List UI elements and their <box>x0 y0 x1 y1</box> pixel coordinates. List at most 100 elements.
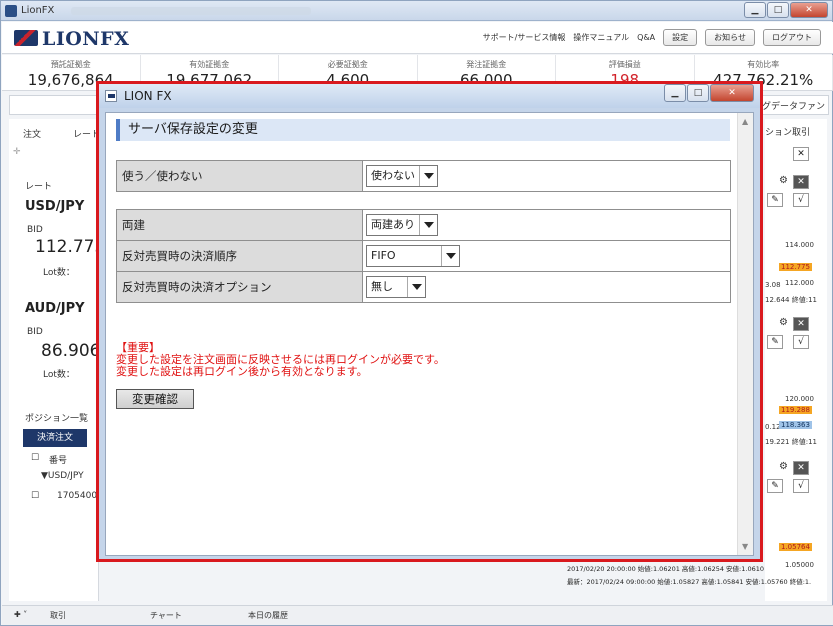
use-select-value: 使わない <box>371 169 415 182</box>
left-pane: 注文 レート ✛ レート USD/JPY BID 112.775 Lot数： A… <box>9 119 105 601</box>
settle-order-select-value: FIFO <box>371 249 396 262</box>
col-number: 番号 <box>49 456 68 466</box>
hedge-cell: 両建あり <box>362 209 731 241</box>
add-icon[interactable]: ✛ <box>13 147 21 157</box>
row-checkbox[interactable]: ☐ <box>31 491 39 501</box>
app-icon <box>5 5 17 17</box>
bid-rate-usdjpy[interactable]: 112.775 <box>35 237 105 257</box>
dialog-close-button[interactable]: ✕ <box>710 84 754 102</box>
gear-icon[interactable]: ⚙ <box>779 317 788 328</box>
scroll-up-icon[interactable]: ▲ <box>742 117 748 126</box>
important-notice: 【重要】 変更した設定を注文画面に反映させるには再ログインが必要です。 変更した… <box>116 342 445 378</box>
chevron-down-icon <box>419 166 437 186</box>
add-tab-icon[interactable]: ✚ ˅ <box>14 610 27 619</box>
lot-label: Lot数： <box>43 370 75 380</box>
close-icon[interactable]: ✕ <box>793 175 809 189</box>
server-settings-dialog: LION FX ▁ □ ✕ サーバ保存設定の変更 使う／使わない 使わない 両建… <box>96 81 763 562</box>
rate-label: レート <box>25 182 53 192</box>
dialog-maximize-button[interactable]: □ <box>687 84 709 102</box>
qa-link[interactable]: Q&A <box>637 33 655 42</box>
dialog-scrollbar[interactable]: ▲ ▼ <box>737 113 753 555</box>
tab-trade[interactable]: 取引 <box>50 610 66 621</box>
current-price-tag: 112.775 <box>779 263 812 271</box>
settle-order-label: 反対売買時の決済順序 <box>116 240 363 272</box>
pen-icon[interactable]: ✎ <box>767 479 783 493</box>
table-row: 使う／使わない 使わない <box>116 160 731 192</box>
lion-logo-icon <box>14 30 38 46</box>
confirm-change-button[interactable]: 変更確認 <box>116 389 194 409</box>
positions-title: ポジション一覧 <box>25 414 89 424</box>
pen-icon[interactable]: ✎ <box>767 193 783 207</box>
logo: LIONFX <box>14 28 129 50</box>
current-price-tag: 1.05764 <box>779 543 812 551</box>
chevron-down-icon <box>419 215 437 235</box>
dialog-body: サーバ保存設定の変更 使う／使わない 使わない 両建 両建あり 反対売買時の決済… <box>105 112 754 556</box>
settle-option-label: 反対売買時の決済オプション <box>116 271 363 303</box>
notice-line-2: 変更した設定は再ログイン後から有効となります。 <box>116 365 368 378</box>
log-line: 最新：2017/02/24 09:00:00 始値:1.05827 高値:1.0… <box>567 578 811 586</box>
tab-chart[interactable]: チャート <box>150 610 182 621</box>
formula-icon[interactable]: √ <box>793 479 809 493</box>
group-usdjpy[interactable]: ▼USD/JPY <box>41 471 84 481</box>
titlebar-tabs <box>71 7 311 15</box>
log-line: 2017/02/20 20:00:00 始値:1.06201 高値:1.0625… <box>567 565 764 573</box>
price-tag: 118.363 <box>779 421 812 429</box>
stat-label: 有効比率 <box>747 60 780 69</box>
close-icon[interactable]: ✕ <box>793 461 809 475</box>
ohlc-line: 12.644 終値:11 <box>765 296 817 304</box>
gear-icon[interactable]: ⚙ <box>779 461 788 472</box>
stat-label: 有効証拠金 <box>189 60 230 69</box>
use-cell: 使わない <box>362 160 731 192</box>
settle-order-select[interactable]: FIFO <box>366 245 460 267</box>
support-link[interactable]: サポート/サービス情報 <box>483 32 566 43</box>
checkbox[interactable]: ☐ <box>31 453 39 463</box>
tab-history[interactable]: 本日の履歴 <box>248 610 288 621</box>
dialog-titlebar: LION FX ▁ □ ✕ <box>99 84 760 108</box>
chevron-down-icon <box>407 277 425 297</box>
hedge-select-value: 両建あり <box>371 218 415 231</box>
logout-button[interactable]: ログアウト <box>763 29 821 46</box>
table-row: 反対売買時の決済オプション 無し <box>116 271 731 303</box>
close-button[interactable]: ✕ <box>790 2 828 18</box>
bottom-bar: ✚ ˅ 取引 チャート 本日の履歴 <box>2 605 833 625</box>
use-settings-table: 使う／使わない 使わない <box>116 160 731 192</box>
close-icon[interactable]: ✕ <box>793 147 809 161</box>
gear-icon[interactable]: ⚙ <box>779 175 788 186</box>
settle-option-select-value: 無し <box>371 280 393 293</box>
use-label: 使う／使わない <box>116 160 363 192</box>
maximize-button[interactable]: □ <box>767 2 789 18</box>
bid-rate-audjpy[interactable]: 86.906 <box>41 341 100 361</box>
app-title: LionFX <box>21 5 55 16</box>
minimize-button[interactable]: ▁ <box>744 2 766 18</box>
menu-order[interactable]: 注文 <box>23 127 41 140</box>
pair-usdjpy[interactable]: USD/JPY <box>25 199 84 214</box>
pair-audjpy[interactable]: AUD/JPY <box>25 301 85 316</box>
stat-label: 評価損益 <box>608 60 641 69</box>
stat-label: 預託証拠金 <box>50 60 91 69</box>
close-icon[interactable]: ✕ <box>793 317 809 331</box>
pen-icon[interactable]: ✎ <box>767 335 783 349</box>
settings-button[interactable]: 設定 <box>663 29 698 46</box>
formula-icon[interactable]: √ <box>793 335 809 349</box>
current-price-tag: 119.288 <box>779 406 812 414</box>
use-select[interactable]: 使わない <box>366 165 438 187</box>
settle-order-button[interactable]: 決済注文 <box>23 429 87 447</box>
formula-icon[interactable]: √ <box>793 193 809 207</box>
options-table: 両建 両建あり 反対売買時の決済順序 FIFO 反対売買時の決済オプション 無し <box>116 209 731 303</box>
hedge-label: 両建 <box>116 209 363 241</box>
table-row: 両建 両建あり <box>116 209 731 241</box>
settle-order-cell: FIFO <box>362 240 731 272</box>
dialog-app-icon <box>105 90 117 102</box>
dialog-title: LION FX <box>124 89 172 103</box>
ohlc-line: 19.221 終値:11 <box>765 438 817 446</box>
price-tick: 112.000 <box>785 279 814 287</box>
tab-option[interactable]: ション取引 <box>765 125 810 138</box>
settle-option-select[interactable]: 無し <box>366 276 426 298</box>
manual-link[interactable]: 操作マニュアル <box>573 32 629 43</box>
dialog-minimize-button[interactable]: ▁ <box>664 84 686 102</box>
right-pane: ション取引 ✕ ⚙ ✕ ✎ √ 114.000 112.775 3.08 112… <box>765 119 827 601</box>
hedge-select[interactable]: 両建あり <box>366 214 438 236</box>
news-button[interactable]: お知らせ <box>705 29 755 46</box>
stat-label: 発注証拠金 <box>466 60 507 69</box>
scroll-down-icon[interactable]: ▼ <box>742 542 748 551</box>
